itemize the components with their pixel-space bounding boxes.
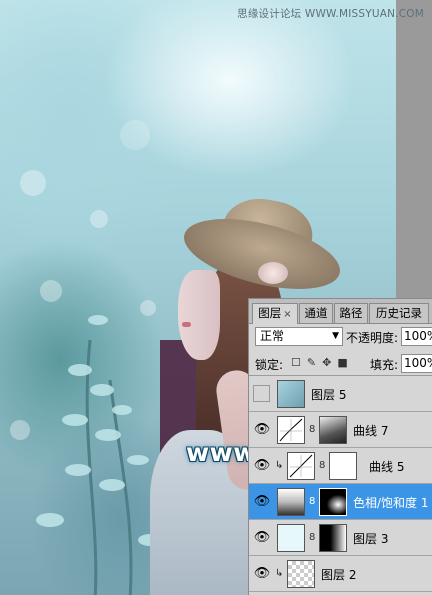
- layer-row[interactable]: 👁 8 曲线 7: [249, 412, 432, 448]
- close-icon[interactable]: ×: [283, 309, 291, 320]
- lock-label: 锁定:: [255, 358, 284, 372]
- layer-row-selected[interactable]: 👁 8 色相/饱和度 1: [249, 484, 432, 520]
- layer-row[interactable]: 👁 8 图层 3: [249, 520, 432, 556]
- blend-mode-select[interactable]: 正常 ▼: [255, 327, 343, 346]
- canvas-gray-background: [396, 0, 432, 300]
- opacity-label: 不透明度:: [346, 331, 399, 345]
- tab-layers-label: 图层: [258, 306, 282, 320]
- tab-paths[interactable]: 路径: [334, 303, 368, 323]
- lock-move-icon[interactable]: ✥: [322, 356, 337, 369]
- lock-transparent-icon[interactable]: ☐: [291, 356, 307, 369]
- eye-icon[interactable]: 👁: [252, 564, 272, 584]
- chain-link-icon[interactable]: 8: [309, 424, 315, 435]
- layer-row[interactable]: 👁 ↳ 图层 2: [249, 556, 432, 592]
- layer-name: 图层 5: [311, 388, 347, 402]
- tab-history[interactable]: 历史记录: [369, 303, 429, 323]
- layer-mask-thumbnail[interactable]: [329, 452, 357, 480]
- lock-icons: ☐✎✥■: [291, 356, 354, 369]
- layer-thumbnail: [287, 560, 315, 588]
- layer-thumbnail: [277, 524, 305, 552]
- layer-row[interactable]: 👁 ↳ 8 曲线 5: [249, 448, 432, 484]
- hue-saturation-adjustment-thumbnail: [277, 488, 305, 516]
- bokeh-light: [20, 170, 46, 196]
- layer-mask-thumbnail[interactable]: [319, 524, 347, 552]
- tab-channels[interactable]: 通道: [299, 303, 333, 323]
- curves-graph-icon: [289, 454, 313, 478]
- layer-name: 曲线 5: [369, 460, 405, 474]
- lock-fill-row: 锁定: ☐✎✥■ 填充: 100%: [249, 351, 432, 376]
- dropdown-arrow-icon: ▼: [332, 331, 339, 341]
- layer-name: 图层 3: [353, 532, 389, 546]
- model-face: [178, 270, 220, 360]
- curves-adjustment-thumbnail: [277, 416, 305, 444]
- curves-graph-icon: [279, 418, 303, 442]
- hat-flower: [258, 262, 288, 284]
- model-lips: [182, 322, 191, 327]
- eye-icon[interactable]: 👁: [252, 456, 272, 476]
- fill-input[interactable]: 100%: [401, 354, 432, 373]
- site-watermark: 思缘设计论坛 WWW.MISSYUAN.COM: [237, 8, 424, 20]
- layer-row[interactable]: 图层 5: [249, 376, 432, 412]
- fill-label: 填充:: [370, 358, 399, 372]
- opacity-input[interactable]: 100%: [401, 327, 432, 346]
- eye-icon[interactable]: 👁: [252, 492, 272, 512]
- layer-name: 曲线 7: [353, 424, 389, 438]
- clipping-arrow-icon: ↳: [275, 568, 284, 579]
- foreground-plant: [36, 315, 162, 595]
- layer-mask-thumbnail[interactable]: [319, 416, 347, 444]
- clipping-arrow-icon: ↳: [275, 460, 284, 471]
- lock-all-icon[interactable]: ■: [337, 356, 353, 369]
- chain-link-icon[interactable]: 8: [319, 460, 325, 471]
- bokeh-light: [120, 120, 150, 150]
- layer-name: 色相/饱和度 1: [353, 496, 429, 510]
- layer-thumbnail: [277, 380, 305, 408]
- chain-link-icon[interactable]: 8: [309, 496, 315, 507]
- eye-icon[interactable]: 👁: [252, 420, 272, 440]
- curves-adjustment-thumbnail: [287, 452, 315, 480]
- panel-tabs: 图层 × 通道 路径 历史记录: [249, 299, 432, 324]
- eye-icon[interactable]: 👁: [252, 528, 272, 548]
- layers-panel: 图层× 通道 路径 历史记录 正常 ▼ 不透明度: 100% 锁定: ☐✎✥■ …: [248, 298, 432, 595]
- blend-opacity-row: 正常 ▼ 不透明度: 100%: [249, 324, 432, 350]
- layer-name: 图层 2: [321, 568, 357, 582]
- layer-mask-thumbnail[interactable]: [319, 488, 347, 516]
- lock-brush-icon[interactable]: ✎: [307, 356, 322, 369]
- layer-list: 图层 5 👁 8 曲线 7 👁 ↳ 8 曲线 5 👁 8 色相/饱和度 1 👁 …: [249, 376, 432, 592]
- blend-mode-value: 正常: [260, 329, 285, 343]
- chain-link-icon[interactable]: 8: [309, 532, 315, 543]
- visibility-toggle[interactable]: [253, 385, 270, 402]
- tab-layers[interactable]: 图层 ×: [252, 303, 298, 324]
